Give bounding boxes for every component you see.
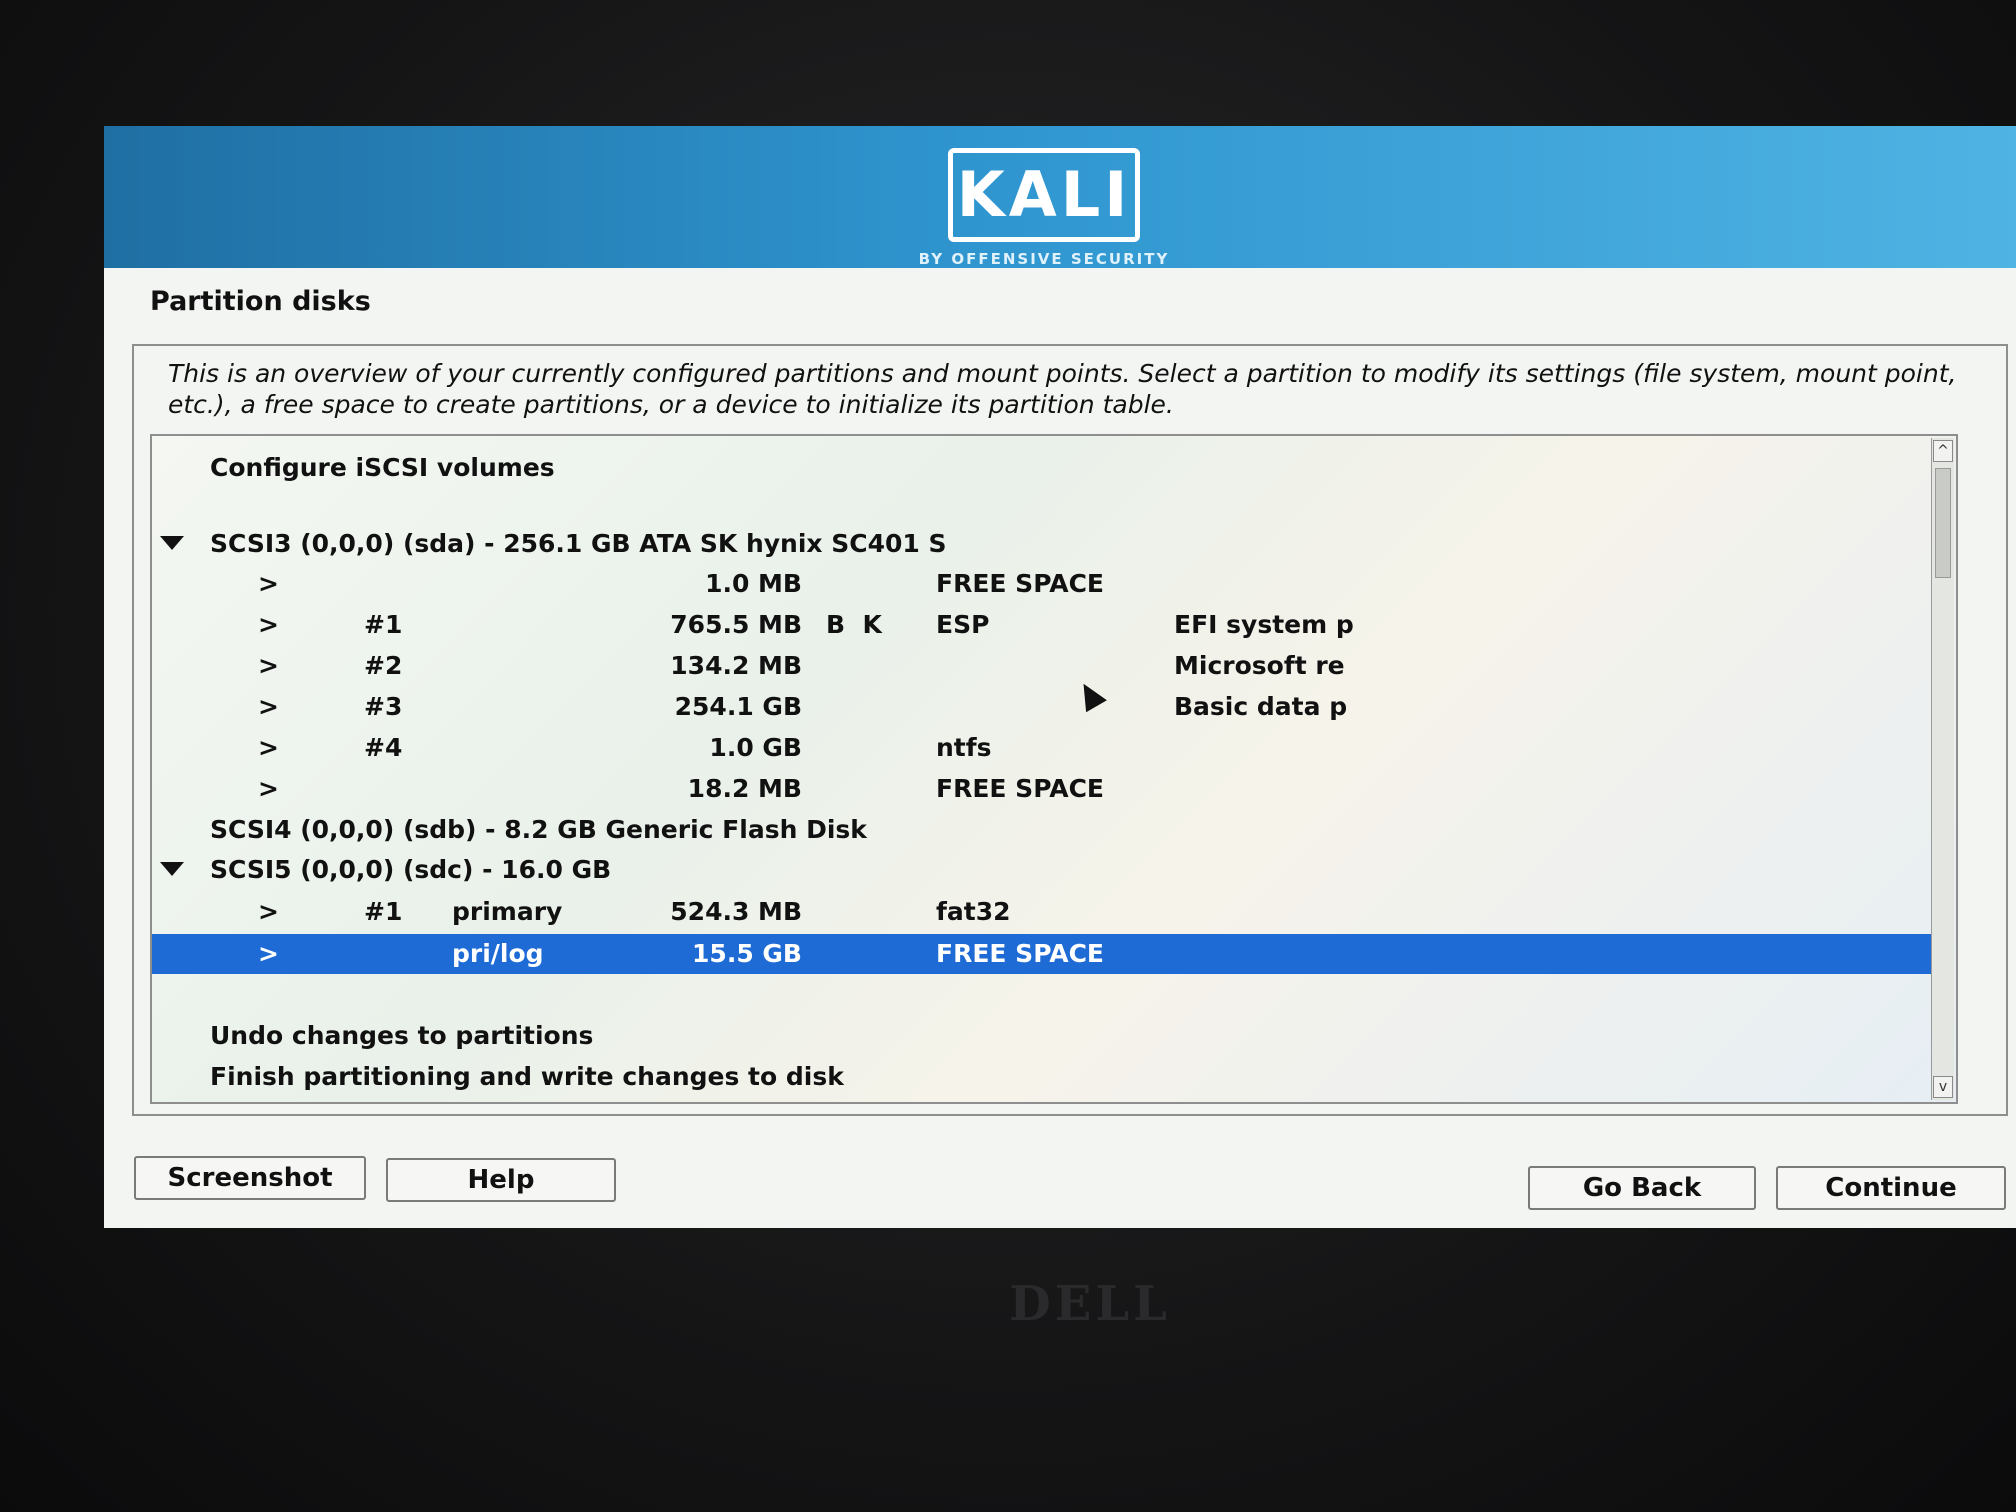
partition-row[interactable]: > 1.0 MB FREE SPACE	[152, 564, 1936, 604]
partition-name: Basic data p	[1174, 692, 1348, 721]
disk-row-sdc[interactable]: SCSI5 (0,0,0) (sdc) - 16.0 GB	[152, 850, 1936, 890]
list-item-label: Configure iSCSI volumes	[210, 453, 555, 482]
continue-button[interactable]: Continue	[1776, 1166, 2006, 1210]
chevron-down-icon[interactable]: v	[1933, 1076, 1953, 1098]
row-arrow: >	[258, 733, 279, 762]
partition-row[interactable]: > #1 765.5 MB B K ESP EFI system p	[152, 605, 1936, 645]
row-arrow: >	[258, 692, 279, 721]
partition-size: 18.2 MB	[687, 774, 802, 803]
partition-number: #1	[364, 610, 403, 639]
kali-logo: KALI	[948, 148, 1140, 242]
header-banner: KALI BY OFFENSIVE SECURITY	[104, 126, 2016, 268]
list-item-configure-iscsi[interactable]: Configure iSCSI volumes	[152, 448, 1936, 488]
partition-fs: fat32	[936, 897, 1011, 926]
logo-subtitle: BY OFFENSIVE SECURITY	[918, 250, 1170, 268]
help-button[interactable]: Help	[386, 1158, 616, 1202]
partition-name: EFI system p	[1174, 610, 1354, 639]
screenshot-button[interactable]: Screenshot	[134, 1156, 366, 1200]
partition-row-selected[interactable]: > pri/log 15.5 GB FREE SPACE	[152, 934, 1936, 974]
partition-number: #4	[364, 733, 403, 762]
partition-fs: ntfs	[936, 733, 992, 762]
partition-row[interactable]: > #2 134.2 MB Microsoft re	[152, 646, 1936, 686]
partition-size: 524.3 MB	[670, 897, 802, 926]
chevron-up-icon[interactable]: ^	[1933, 440, 1953, 462]
list-item-label: Finish partitioning and write changes to…	[210, 1062, 844, 1091]
partition-size: 254.1 GB	[674, 692, 802, 721]
partition-number: #3	[364, 692, 403, 721]
partition-flags: B K	[826, 610, 882, 639]
expand-triangle-icon	[160, 536, 184, 550]
partition-number: #1	[364, 897, 403, 926]
partition-row[interactable]: > 18.2 MB FREE SPACE	[152, 769, 1936, 809]
list-item-label: Undo changes to partitions	[210, 1021, 594, 1050]
disk-label: SCSI4 (0,0,0) (sdb) - 8.2 GB Generic Fla…	[210, 815, 867, 844]
row-arrow: >	[258, 569, 279, 598]
partition-size: 765.5 MB	[670, 610, 802, 639]
row-arrow: >	[258, 610, 279, 639]
partition-size: 15.5 GB	[692, 939, 802, 968]
disk-label: SCSI5 (0,0,0) (sdc) - 16.0 GB	[210, 855, 612, 884]
partition-list[interactable]: Configure iSCSI volumes SCSI3 (0,0,0) (s…	[150, 434, 1958, 1104]
page-description: This is an overview of your currently co…	[168, 359, 1957, 419]
partition-row[interactable]: > #3 254.1 GB Basic data p	[152, 687, 1936, 727]
list-item-finish[interactable]: Finish partitioning and write changes to…	[152, 1057, 1936, 1097]
dell-logo: DELL	[1009, 1276, 1171, 1332]
go-back-button[interactable]: Go Back	[1528, 1166, 1756, 1210]
partition-row[interactable]: > #1 primary 524.3 MB fat32	[152, 892, 1936, 932]
partition-size: 1.0 GB	[709, 733, 802, 762]
page-title: Partition disks	[150, 286, 371, 317]
installer-screen: KALI BY OFFENSIVE SECURITY Partition dis…	[104, 126, 2016, 1228]
partition-name: Microsoft re	[1174, 651, 1345, 680]
row-arrow: >	[258, 939, 279, 968]
logo-text: KALI	[956, 158, 1132, 231]
list-scrollbar[interactable]: ^ v	[1931, 438, 1954, 1100]
row-arrow: >	[258, 651, 279, 680]
partition-size: 134.2 MB	[670, 651, 802, 680]
partition-number: #2	[364, 651, 403, 680]
disk-row-sdb[interactable]: SCSI4 (0,0,0) (sdb) - 8.2 GB Generic Fla…	[152, 810, 1936, 850]
partition-row[interactable]: > #4 1.0 GB ntfs	[152, 728, 1936, 768]
partition-fs: FREE SPACE	[936, 569, 1104, 598]
row-arrow: >	[258, 774, 279, 803]
partition-size: 1.0 MB	[705, 569, 802, 598]
row-arrow: >	[258, 897, 279, 926]
list-item-undo[interactable]: Undo changes to partitions	[152, 1016, 1936, 1056]
partition-fs: ESP	[936, 610, 990, 639]
scrollbar-thumb[interactable]	[1935, 468, 1951, 578]
expand-triangle-icon	[160, 862, 184, 876]
partition-fs: FREE SPACE	[936, 774, 1104, 803]
disk-row-sda[interactable]: SCSI3 (0,0,0) (sda) - 256.1 GB ATA SK hy…	[152, 524, 1936, 564]
disk-label: SCSI3 (0,0,0) (sda) - 256.1 GB ATA SK hy…	[210, 529, 947, 558]
partition-fs: FREE SPACE	[936, 939, 1104, 968]
